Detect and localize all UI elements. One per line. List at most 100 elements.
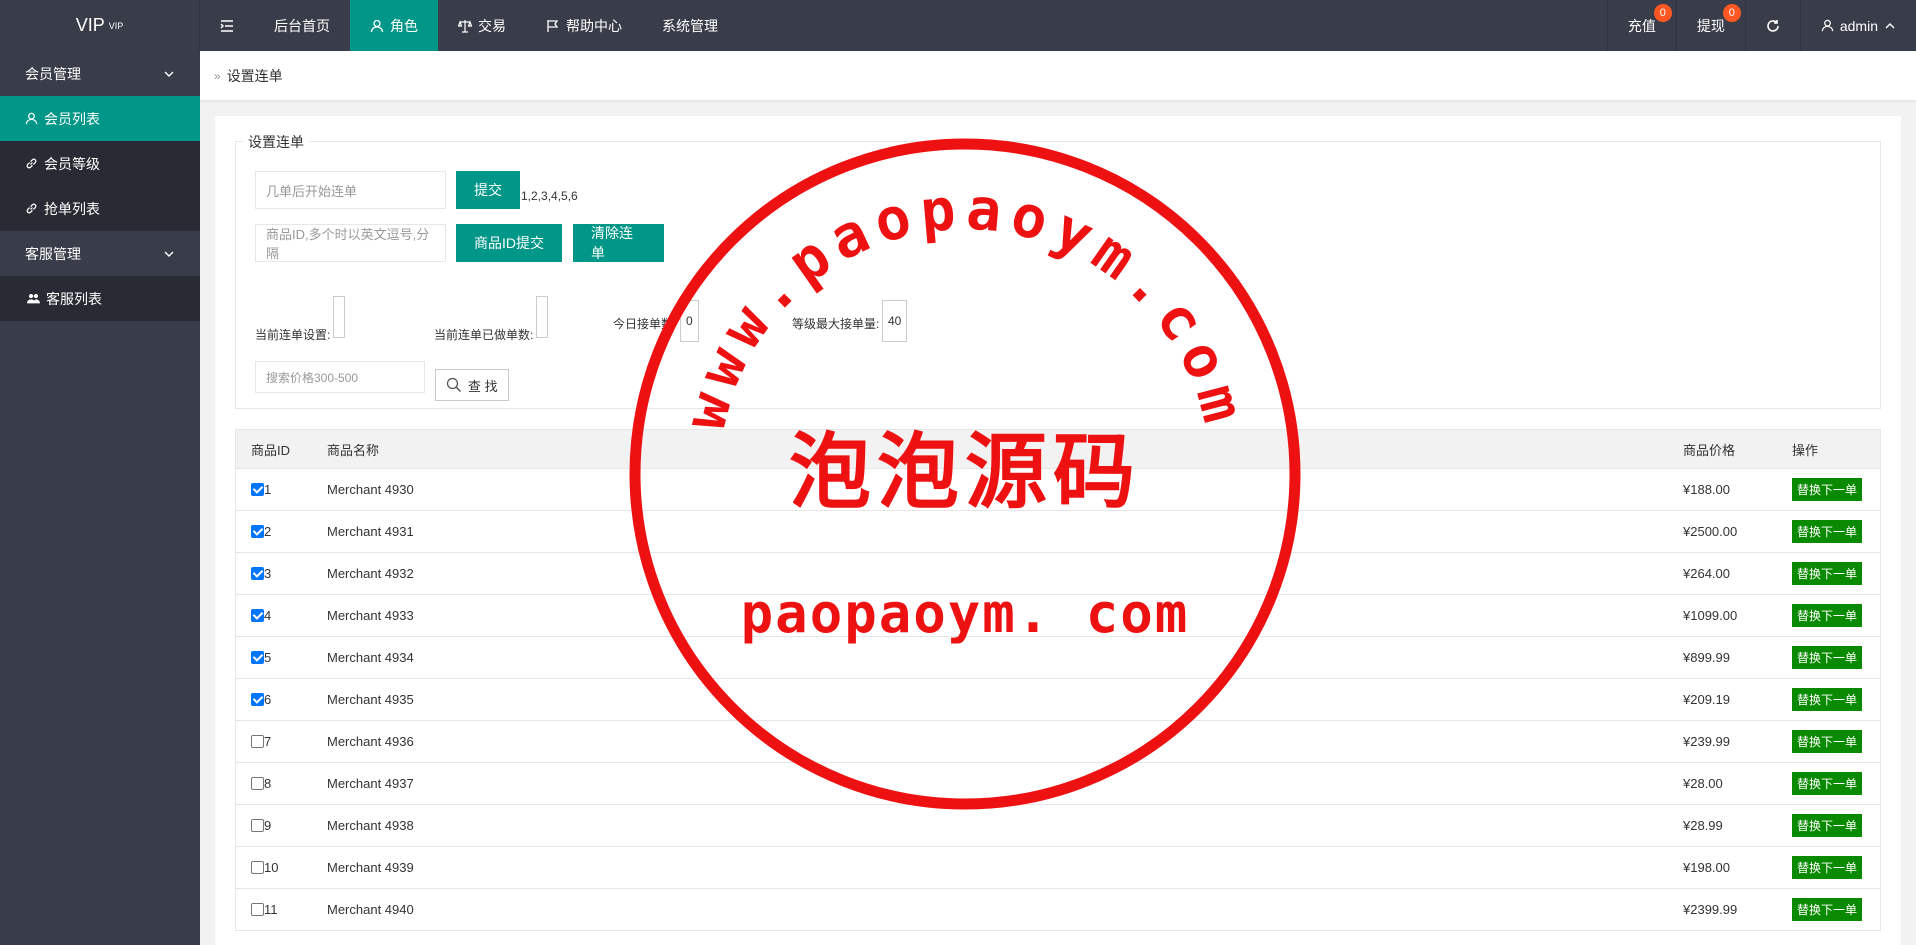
cell-op: 替换下一单 — [1777, 562, 1880, 585]
row-checkbox[interactable] — [251, 567, 264, 580]
recharge-label: 充值 — [1627, 17, 1656, 34]
users-icon — [27, 293, 40, 304]
row-checkbox[interactable] — [251, 651, 264, 664]
cell-op: 替换下一单 — [1777, 688, 1880, 711]
user-icon — [1821, 19, 1834, 32]
cell-price: ¥264.00 — [1683, 566, 1730, 581]
col-op-header: 操作 — [1792, 442, 1819, 458]
settings-legend: 设置连单 — [243, 132, 309, 152]
refresh-button[interactable] — [1744, 0, 1800, 51]
link-icon — [26, 203, 37, 214]
cell-id-text: 1 — [264, 482, 272, 497]
row-checkbox[interactable] — [251, 735, 264, 748]
products-table: 商品ID 商品名称 商品价格 操作 1 Merchant 4930 ¥188.00 替… — [235, 429, 1881, 931]
breadcrumb-current: 设置连单 — [226, 67, 283, 84]
menu-toggle-button[interactable] — [200, 0, 254, 51]
current-setting-label: 当前连单设置: — [255, 328, 331, 342]
replace-next-button[interactable]: 替换下一单 — [1792, 898, 1863, 921]
replace-next-button[interactable]: 替换下一单 — [1792, 814, 1863, 837]
today-count-value: 0 — [680, 300, 699, 342]
cell-op: 替换下一单 — [1777, 898, 1880, 921]
sidebar-group-label: 会员管理 — [25, 65, 81, 82]
cell-id: 2 — [236, 524, 312, 539]
row-checkbox[interactable] — [251, 777, 264, 790]
nav-trade[interactable]: 交易 — [438, 0, 526, 51]
replace-next-button[interactable]: 替换下一单 — [1792, 478, 1863, 501]
row-checkbox[interactable] — [251, 483, 264, 496]
table-row: 7 Merchant 4936 ¥239.99 替换下一单 — [235, 721, 1881, 763]
product-ids-submit-button[interactable]: 商品ID提交 — [456, 224, 562, 262]
sidebar-group-label: 客服管理 — [25, 245, 81, 262]
start-order-input[interactable]: 几单后开始连单 — [255, 171, 446, 209]
replace-next-button[interactable]: 替换下一单 — [1792, 730, 1863, 753]
row-checkbox[interactable] — [251, 609, 264, 622]
row-checkbox[interactable] — [251, 903, 264, 916]
clear-chain-button[interactable]: 清除连单 — [573, 224, 664, 262]
nav-help[interactable]: 帮助中心 — [526, 0, 642, 51]
table-row: 3 Merchant 4932 ¥264.00 替换下一单 — [235, 553, 1881, 595]
nav-help-label: 帮助中心 — [566, 17, 622, 34]
recharge-button[interactable]: 充值 0 — [1606, 0, 1676, 51]
sidebar-submenu-member: 会员列表 会员等级 抢单列表 — [0, 96, 200, 231]
sidebar-item-label: 会员列表 — [44, 110, 100, 127]
table-row: 6 Merchant 4935 ¥209.19 替换下一单 — [235, 679, 1881, 721]
product-ids-input[interactable]: 商品ID,多个时以英文逗号,分隔 — [255, 224, 446, 262]
sidebar-item-grab-list[interactable]: 抢单列表 — [0, 186, 200, 231]
submit-button[interactable]: 提交 — [456, 171, 520, 209]
row-checkbox[interactable] — [251, 861, 264, 874]
table-row: 9 Merchant 4938 ¥28.99 替换下一单 — [235, 805, 1881, 847]
cell-price: ¥188.00 — [1683, 482, 1730, 497]
chevron-down-icon — [164, 251, 174, 257]
cell-price: ¥899.99 — [1683, 650, 1730, 665]
cell-op: 替换下一单 — [1777, 646, 1880, 669]
sidebar-item-member-list[interactable]: 会员列表 — [0, 96, 200, 141]
cell-name: Merchant 4939 — [327, 860, 414, 875]
withdraw-button[interactable]: 提现 0 — [1675, 0, 1745, 51]
nav-home-label: 后台首页 — [274, 17, 330, 34]
replace-next-button[interactable]: 替换下一单 — [1792, 646, 1863, 669]
cell-name: Merchant 4935 — [327, 692, 414, 707]
cell-name: Merchant 4932 — [327, 566, 414, 581]
replace-next-button[interactable]: 替换下一单 — [1792, 772, 1863, 795]
current-setting-value — [333, 296, 345, 338]
sidebar-item-label: 客服列表 — [46, 290, 102, 307]
replace-next-button[interactable]: 替换下一单 — [1792, 562, 1863, 585]
row-checkbox[interactable] — [251, 525, 264, 538]
price-search-input[interactable]: 搜索价格300-500 — [255, 361, 425, 393]
nav-role[interactable]: 角色 — [350, 0, 438, 51]
cell-id: 9 — [236, 818, 312, 833]
replace-next-button[interactable]: 替换下一单 — [1792, 856, 1863, 879]
user-icon — [25, 112, 38, 125]
withdraw-label: 提现 — [1696, 17, 1725, 34]
logo-text: VIP — [75, 15, 105, 35]
replace-next-button[interactable]: 替换下一单 — [1792, 688, 1863, 711]
nav-system[interactable]: 系统管理 — [642, 0, 738, 51]
replace-next-button[interactable]: 替换下一单 — [1792, 520, 1863, 543]
sidebar-group-member[interactable]: 会员管理 — [0, 51, 200, 96]
sidebar-item-service-list[interactable]: 客服列表 — [0, 276, 200, 321]
user-menu[interactable]: admin — [1799, 0, 1916, 51]
row-checkbox[interactable] — [251, 693, 264, 706]
cell-op: 替换下一单 — [1777, 814, 1880, 837]
table-row: 2 Merchant 4931 ¥2500.00 替换下一单 — [235, 511, 1881, 553]
cell-name: Merchant 4940 — [327, 902, 414, 917]
menu-indent-icon — [220, 19, 233, 32]
today-count-label: 今日接单数: — [613, 317, 677, 331]
table-row: 8 Merchant 4937 ¥28.00 替换下一单 — [235, 763, 1881, 805]
replace-next-button[interactable]: 替换下一单 — [1792, 604, 1863, 627]
cell-id: 1 — [236, 482, 312, 497]
cell-name: Merchant 4936 — [327, 734, 414, 749]
sidebar-item-member-level[interactable]: 会员等级 — [0, 141, 200, 186]
cell-name: Merchant 4931 — [327, 524, 414, 539]
row-checkbox[interactable] — [251, 819, 264, 832]
logo[interactable]: VIP VIP — [0, 0, 200, 51]
cell-name: Merchant 4933 — [327, 608, 414, 623]
sidebar-group-service[interactable]: 客服管理 — [0, 231, 200, 276]
search-icon — [446, 377, 462, 393]
logo-sup: VIP — [108, 20, 124, 31]
submit-hint: 1,2,3,4,5,6 — [521, 189, 578, 203]
max-orders-label: 等级最大接单量: — [792, 317, 880, 331]
search-button[interactable]: 查 找 — [435, 369, 509, 401]
nav-home[interactable]: 后台首页 — [254, 0, 350, 51]
cell-id: 10 — [236, 860, 312, 875]
